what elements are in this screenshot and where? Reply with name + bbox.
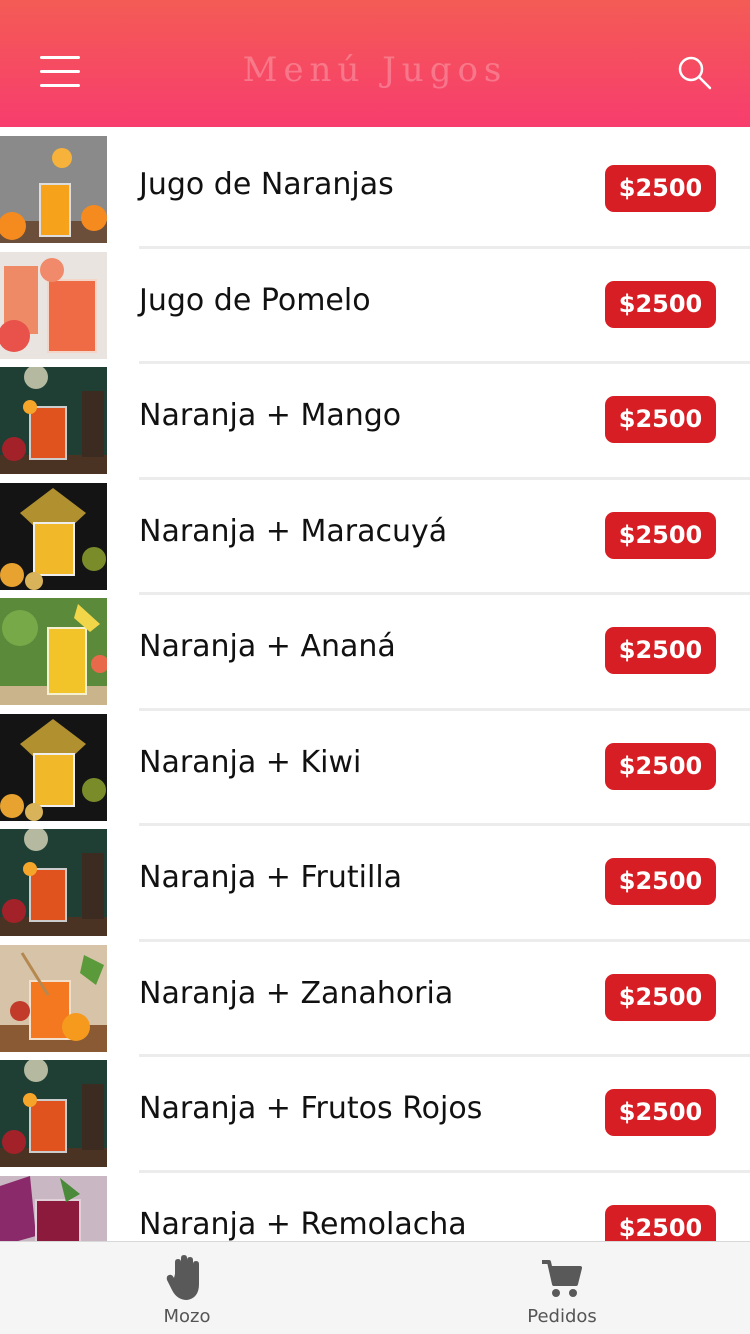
product-list[interactable]: Jugo de Naranjas $2500 Jugo de Pomelo $2…	[0, 133, 750, 1241]
product-name: Naranja + Maracuyá	[139, 513, 448, 549]
mango-juice-photo	[0, 367, 107, 474]
passionfruit-juice-photo	[0, 482, 107, 590]
price-badge: $2500	[605, 973, 716, 1021]
list-item[interactable]: Naranja + Remolacha $2500	[0, 1173, 750, 1242]
menu-button[interactable]	[36, 52, 84, 92]
carrot-juice-photo	[0, 944, 107, 1052]
hamburger-line	[40, 70, 80, 73]
kiwi-juice-photo	[0, 713, 107, 821]
list-item[interactable]: Naranja + Maracuyá $2500	[0, 480, 750, 595]
price-badge: $2500	[605, 511, 716, 559]
price-badge: $2500	[605, 1204, 716, 1241]
price-badge: $2500	[605, 165, 716, 212]
list-item[interactable]: Jugo de Naranjas $2500	[0, 133, 750, 249]
list-item[interactable]: Naranja + Frutos Rojos $2500	[0, 1057, 750, 1173]
price-badge: $2500	[605, 1089, 716, 1136]
tab-label: Mozo	[163, 1306, 211, 1327]
product-name: Naranja + Frutilla	[139, 860, 403, 895]
tab-label: Pedidos	[527, 1306, 597, 1327]
product-name: Naranja + Zanahoria	[139, 975, 454, 1011]
grapefruit-juice-photo	[0, 251, 107, 359]
search-button[interactable]	[672, 50, 718, 96]
product-name: Naranja + Ananá	[139, 629, 396, 664]
app-header: Menú Jugos	[0, 0, 750, 127]
search-icon	[678, 56, 712, 90]
price-badge: $2500	[605, 742, 716, 790]
list-item[interactable]: Naranja + Mango $2500	[0, 364, 750, 480]
list-item[interactable]: Jugo de Pomelo $2500	[0, 249, 750, 364]
list-item[interactable]: Naranja + Kiwi $2500	[0, 711, 750, 826]
hamburger-line	[40, 56, 80, 59]
product-name: Naranja + Kiwi	[139, 744, 362, 780]
cart-icon	[542, 1260, 582, 1297]
hand-icon	[166, 1255, 199, 1300]
tab-pedidos[interactable]: Pedidos	[462, 1242, 662, 1334]
bottom-tab-bar: Mozo Pedidos	[0, 1241, 750, 1334]
list-item[interactable]: Naranja + Zanahoria $2500	[0, 942, 750, 1057]
price-badge: $2500	[605, 396, 716, 443]
product-name: Naranja + Remolacha	[139, 1206, 467, 1242]
orange-juice-photo	[0, 136, 107, 243]
price-badge: $2500	[605, 280, 716, 328]
product-name: Naranja + Mango	[139, 398, 402, 433]
berries-juice-photo	[0, 1060, 107, 1167]
list-item[interactable]: Naranja + Ananá $2500	[0, 595, 750, 711]
hamburger-line	[40, 84, 80, 87]
product-name: Jugo de Naranjas	[139, 167, 394, 202]
price-badge: $2500	[605, 858, 716, 905]
price-badge: $2500	[605, 627, 716, 674]
list-item[interactable]: Naranja + Frutilla $2500	[0, 826, 750, 942]
product-name: Naranja + Frutos Rojos	[139, 1091, 483, 1126]
page-title: Menú Jugos	[242, 50, 508, 90]
tab-mozo[interactable]: Mozo	[87, 1242, 287, 1334]
product-name: Jugo de Pomelo	[139, 282, 371, 318]
strawberry-juice-photo	[0, 829, 107, 936]
pineapple-juice-photo	[0, 598, 107, 705]
beet-juice-photo	[0, 1175, 107, 1241]
